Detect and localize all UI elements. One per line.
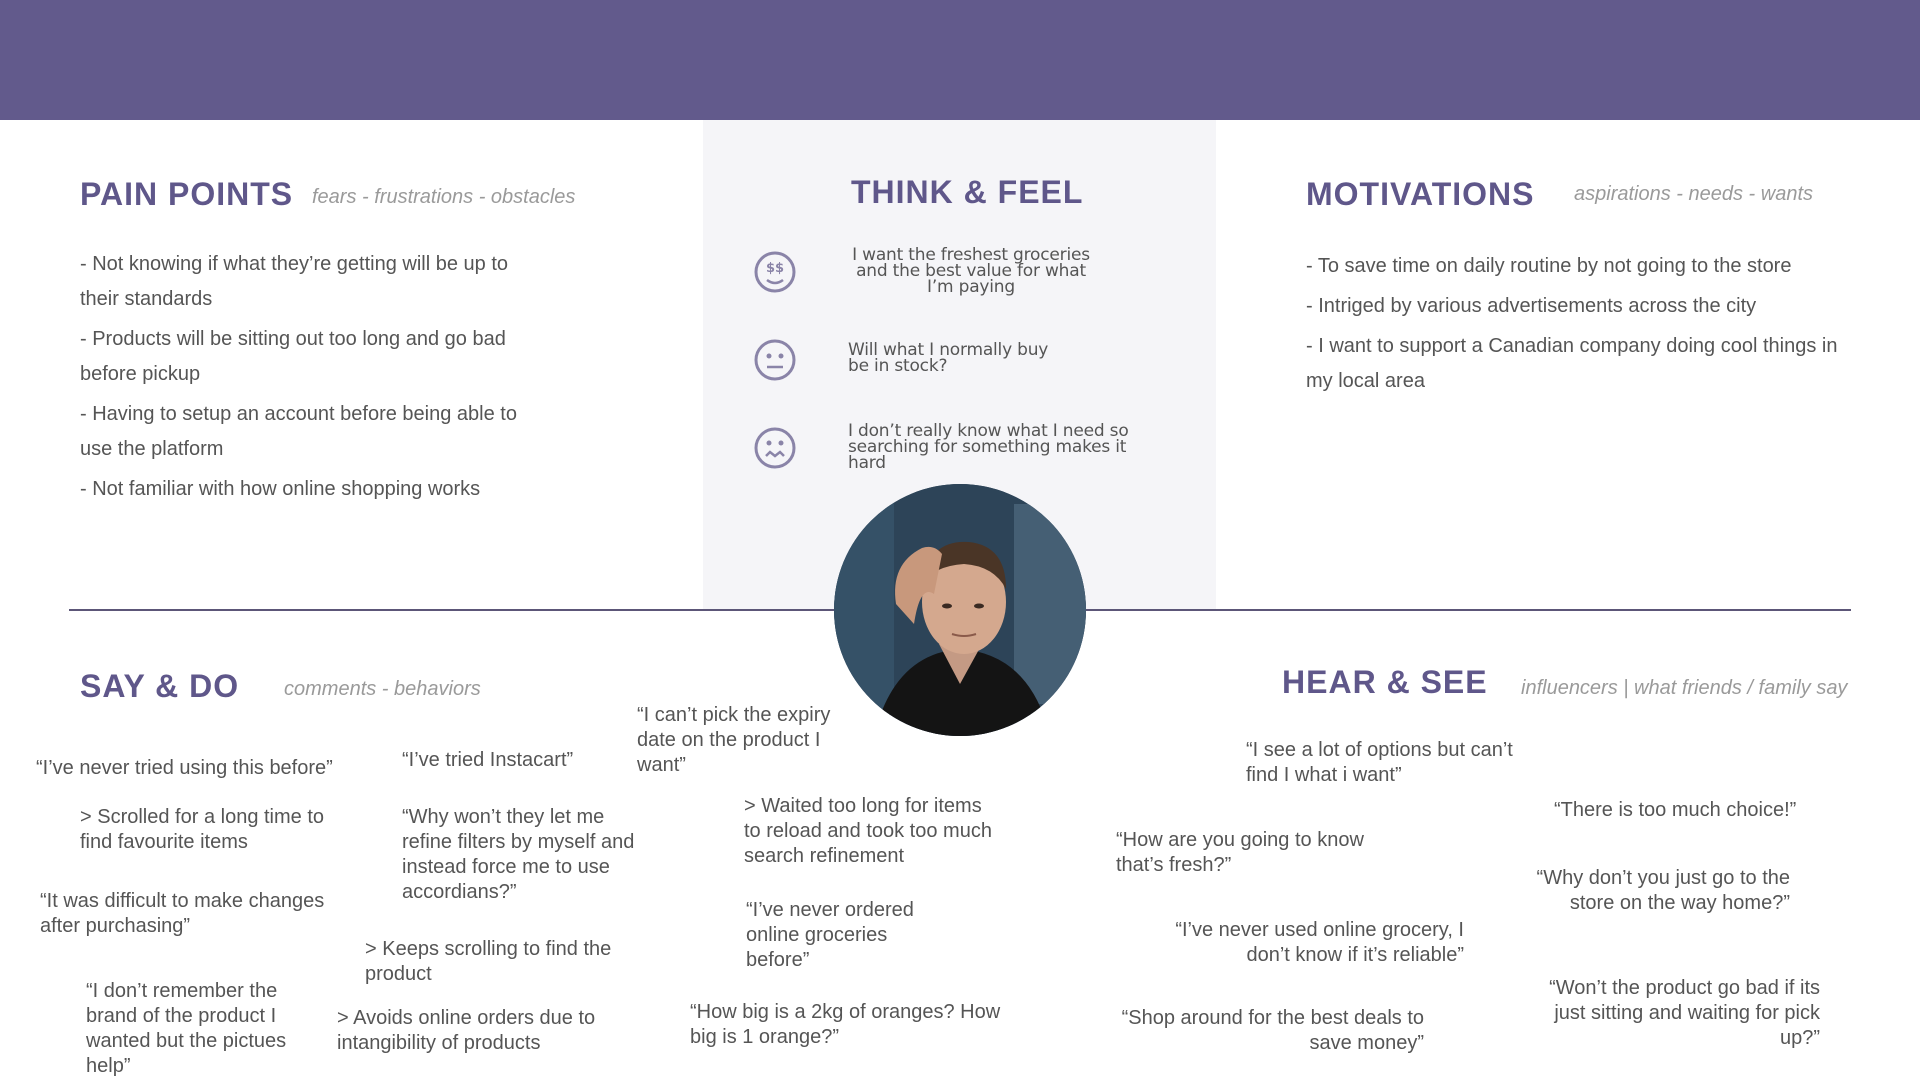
think-feel-title: THINK & FEEL bbox=[851, 174, 1084, 210]
hear-see-quote: “How are you going to know that’s fresh?… bbox=[1116, 829, 1364, 876]
header-banner bbox=[0, 0, 1920, 120]
hear-see-title: HEAR & SEE bbox=[1282, 664, 1488, 700]
pain-points-title: PAIN POINTS bbox=[80, 176, 294, 212]
persona-avatar bbox=[834, 484, 1086, 736]
say-do-quote: “How big is a 2kg of oranges? How big is… bbox=[690, 1001, 1001, 1048]
neutral-face-icon bbox=[754, 339, 796, 381]
hear-see-quote: “Why don’t you just go to the store on t… bbox=[1536, 867, 1790, 914]
say-do-behavior: > Waited too long for items to reload an… bbox=[744, 795, 992, 867]
motivations-list: - To save time on daily routine by not g… bbox=[1306, 249, 1846, 404]
pain-points-subtitle: fears - frustrations - obstacles bbox=[312, 186, 576, 208]
say-do-quote: “I’ve never ordered online groceries bef… bbox=[746, 899, 914, 971]
motivations-title: MOTIVATIONS bbox=[1306, 176, 1535, 212]
say-do-quote: “I’ve never tried using this before” bbox=[36, 757, 333, 779]
say-do-quote: “I can’t pick the expiry date on the pro… bbox=[637, 704, 831, 776]
say-do-quote: “I’ve tried Instacart” bbox=[402, 749, 574, 771]
list-item: - To save time on daily routine by not g… bbox=[1306, 255, 1792, 277]
list-item: - Not familiar with how online shopping … bbox=[80, 478, 481, 500]
say-do-subtitle: comments - behaviors bbox=[284, 678, 481, 700]
hear-see-quote: “Shop around for the best deals to save … bbox=[1121, 1007, 1424, 1054]
say-do-title: SAY & DO bbox=[80, 668, 240, 704]
say-do-behavior: > Keeps scrolling to find the product bbox=[365, 938, 612, 985]
hear-see-quote: “I see a lot of options but can’t find I… bbox=[1246, 739, 1513, 786]
money-eyes-face-icon: $$ bbox=[754, 251, 796, 293]
say-do-quote: “Why won’t they let me refine filters by… bbox=[402, 806, 635, 903]
list-item: - Not knowing if what they’re getting wi… bbox=[80, 253, 508, 310]
list-item: - Intriged by various advertisements acr… bbox=[1306, 295, 1757, 317]
say-do-behavior: > Scrolled for a long time to find favou… bbox=[80, 806, 325, 853]
say-do-quote: “I don’t remember the brand of the produ… bbox=[86, 980, 287, 1077]
think-feel-text: I want the freshest groceries and the be… bbox=[852, 245, 1090, 297]
think-feel-text: I don’t really know what I need so searc… bbox=[848, 421, 1129, 473]
hear-see-subtitle: influencers | what friends / family say bbox=[1521, 677, 1848, 699]
svg-text:$$: $$ bbox=[766, 261, 784, 276]
say-do-quote: “It was difficult to make changes after … bbox=[40, 890, 325, 937]
hear-see-quote: “There is too much choice!” bbox=[1554, 799, 1797, 821]
worried-face-icon bbox=[754, 427, 796, 469]
hear-see-quote: “Won’t the product go bad if its just si… bbox=[1549, 977, 1820, 1049]
motivations-subtitle: aspirations - needs - wants bbox=[1574, 183, 1814, 205]
think-feel-text: Will what I normally buy be in stock? bbox=[848, 340, 1049, 376]
hear-see-quote: “I’ve never used online grocery, I don’t… bbox=[1175, 919, 1464, 966]
pain-points-list: - Not knowing if what they’re getting wi… bbox=[80, 247, 540, 512]
list-item: - I want to support a Canadian company d… bbox=[1306, 335, 1838, 392]
persona-portrait bbox=[834, 484, 1086, 736]
list-item: - Products will be sitting out too long … bbox=[80, 328, 506, 385]
say-do-behavior: > Avoids online orders due to intangibil… bbox=[337, 1007, 596, 1054]
list-item: - Having to setup an account before bein… bbox=[80, 403, 517, 460]
